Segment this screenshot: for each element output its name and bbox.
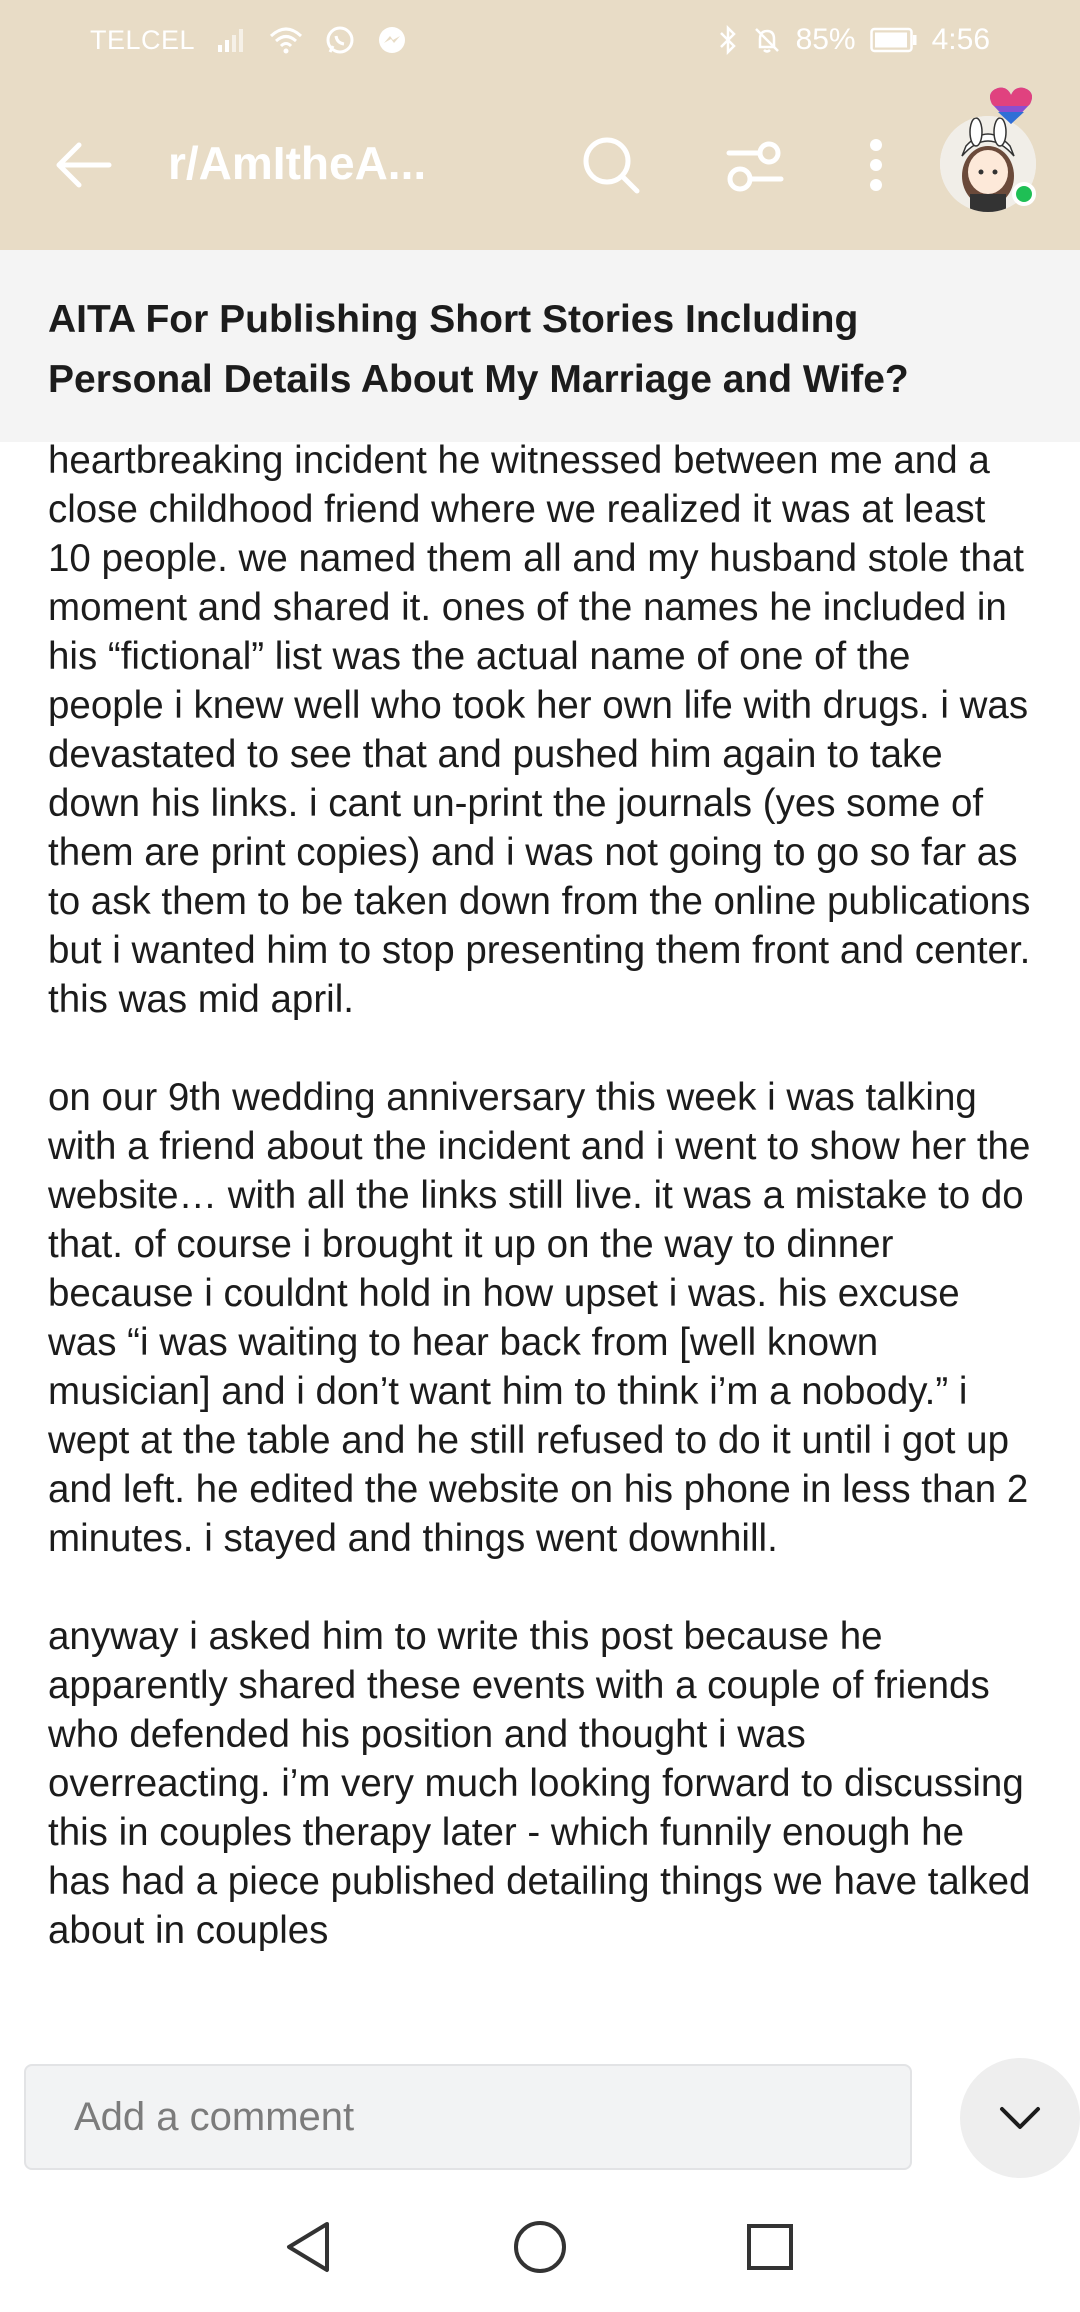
- carrier-name: TELCEL: [90, 24, 196, 55]
- add-comment-input[interactable]: Add a comment: [24, 2064, 912, 2170]
- messenger-icon: [377, 25, 407, 55]
- app-bar: r/AmItheA...: [0, 80, 1080, 250]
- filter-button[interactable]: [722, 134, 788, 200]
- search-button[interactable]: [578, 132, 644, 198]
- system-nav-bar: [0, 2182, 1080, 2312]
- profile-avatar-button[interactable]: [934, 80, 1054, 250]
- post-header: AITA For Publishing Short Stories Includ…: [0, 250, 1080, 442]
- battery-percent: 85%: [795, 23, 856, 56]
- post-paragraph: heartbreaking incident he witnessed betw…: [48, 442, 1031, 1021]
- status-bar: TELCEL 85% 4:56: [0, 0, 1080, 80]
- status-left: TELCEL: [90, 25, 407, 56]
- online-status-dot: [1012, 182, 1036, 206]
- signal-icon: [217, 27, 247, 53]
- filter-icon: [726, 141, 784, 192]
- post-title: AITA For Publishing Short Stories Includ…: [48, 298, 909, 401]
- post-paragraph: on our 9th wedding anniversary this week…: [48, 1076, 1031, 1560]
- bluetooth-icon: [718, 25, 738, 55]
- nav-recents-button[interactable]: [730, 2212, 810, 2282]
- collapse-button[interactable]: [960, 2058, 1080, 2178]
- back-arrow-icon: [56, 142, 112, 188]
- mute-icon: [752, 25, 782, 55]
- back-button[interactable]: [50, 135, 116, 195]
- more-options-button[interactable]: [846, 132, 906, 198]
- back-triangle-icon: [287, 2222, 329, 2272]
- clock: 4:56: [931, 23, 990, 56]
- subreddit-title[interactable]: r/AmItheA...: [168, 136, 426, 190]
- post-body: heartbreaking incident he witnessed betw…: [0, 442, 1080, 2040]
- more-vertical-icon: [870, 139, 882, 191]
- comment-placeholder: Add a comment: [74, 2094, 355, 2139]
- chevron-down-icon: [1000, 2107, 1040, 2129]
- whatsapp-icon: [325, 25, 355, 55]
- home-circle-icon: [514, 2221, 566, 2273]
- wifi-icon: [269, 26, 303, 54]
- comment-bar: Add a comment: [0, 2042, 1080, 2182]
- nav-home-button[interactable]: [500, 2212, 580, 2282]
- search-icon: [583, 137, 640, 194]
- status-right: 85% 4:56: [718, 23, 990, 57]
- nav-back-button[interactable]: [268, 2212, 348, 2282]
- heart-badge-icon: [990, 87, 1032, 124]
- recents-square-icon: [747, 2224, 793, 2270]
- battery-icon: [869, 27, 918, 53]
- post-paragraph: anyway i asked him to write this post be…: [48, 1615, 1031, 1952]
